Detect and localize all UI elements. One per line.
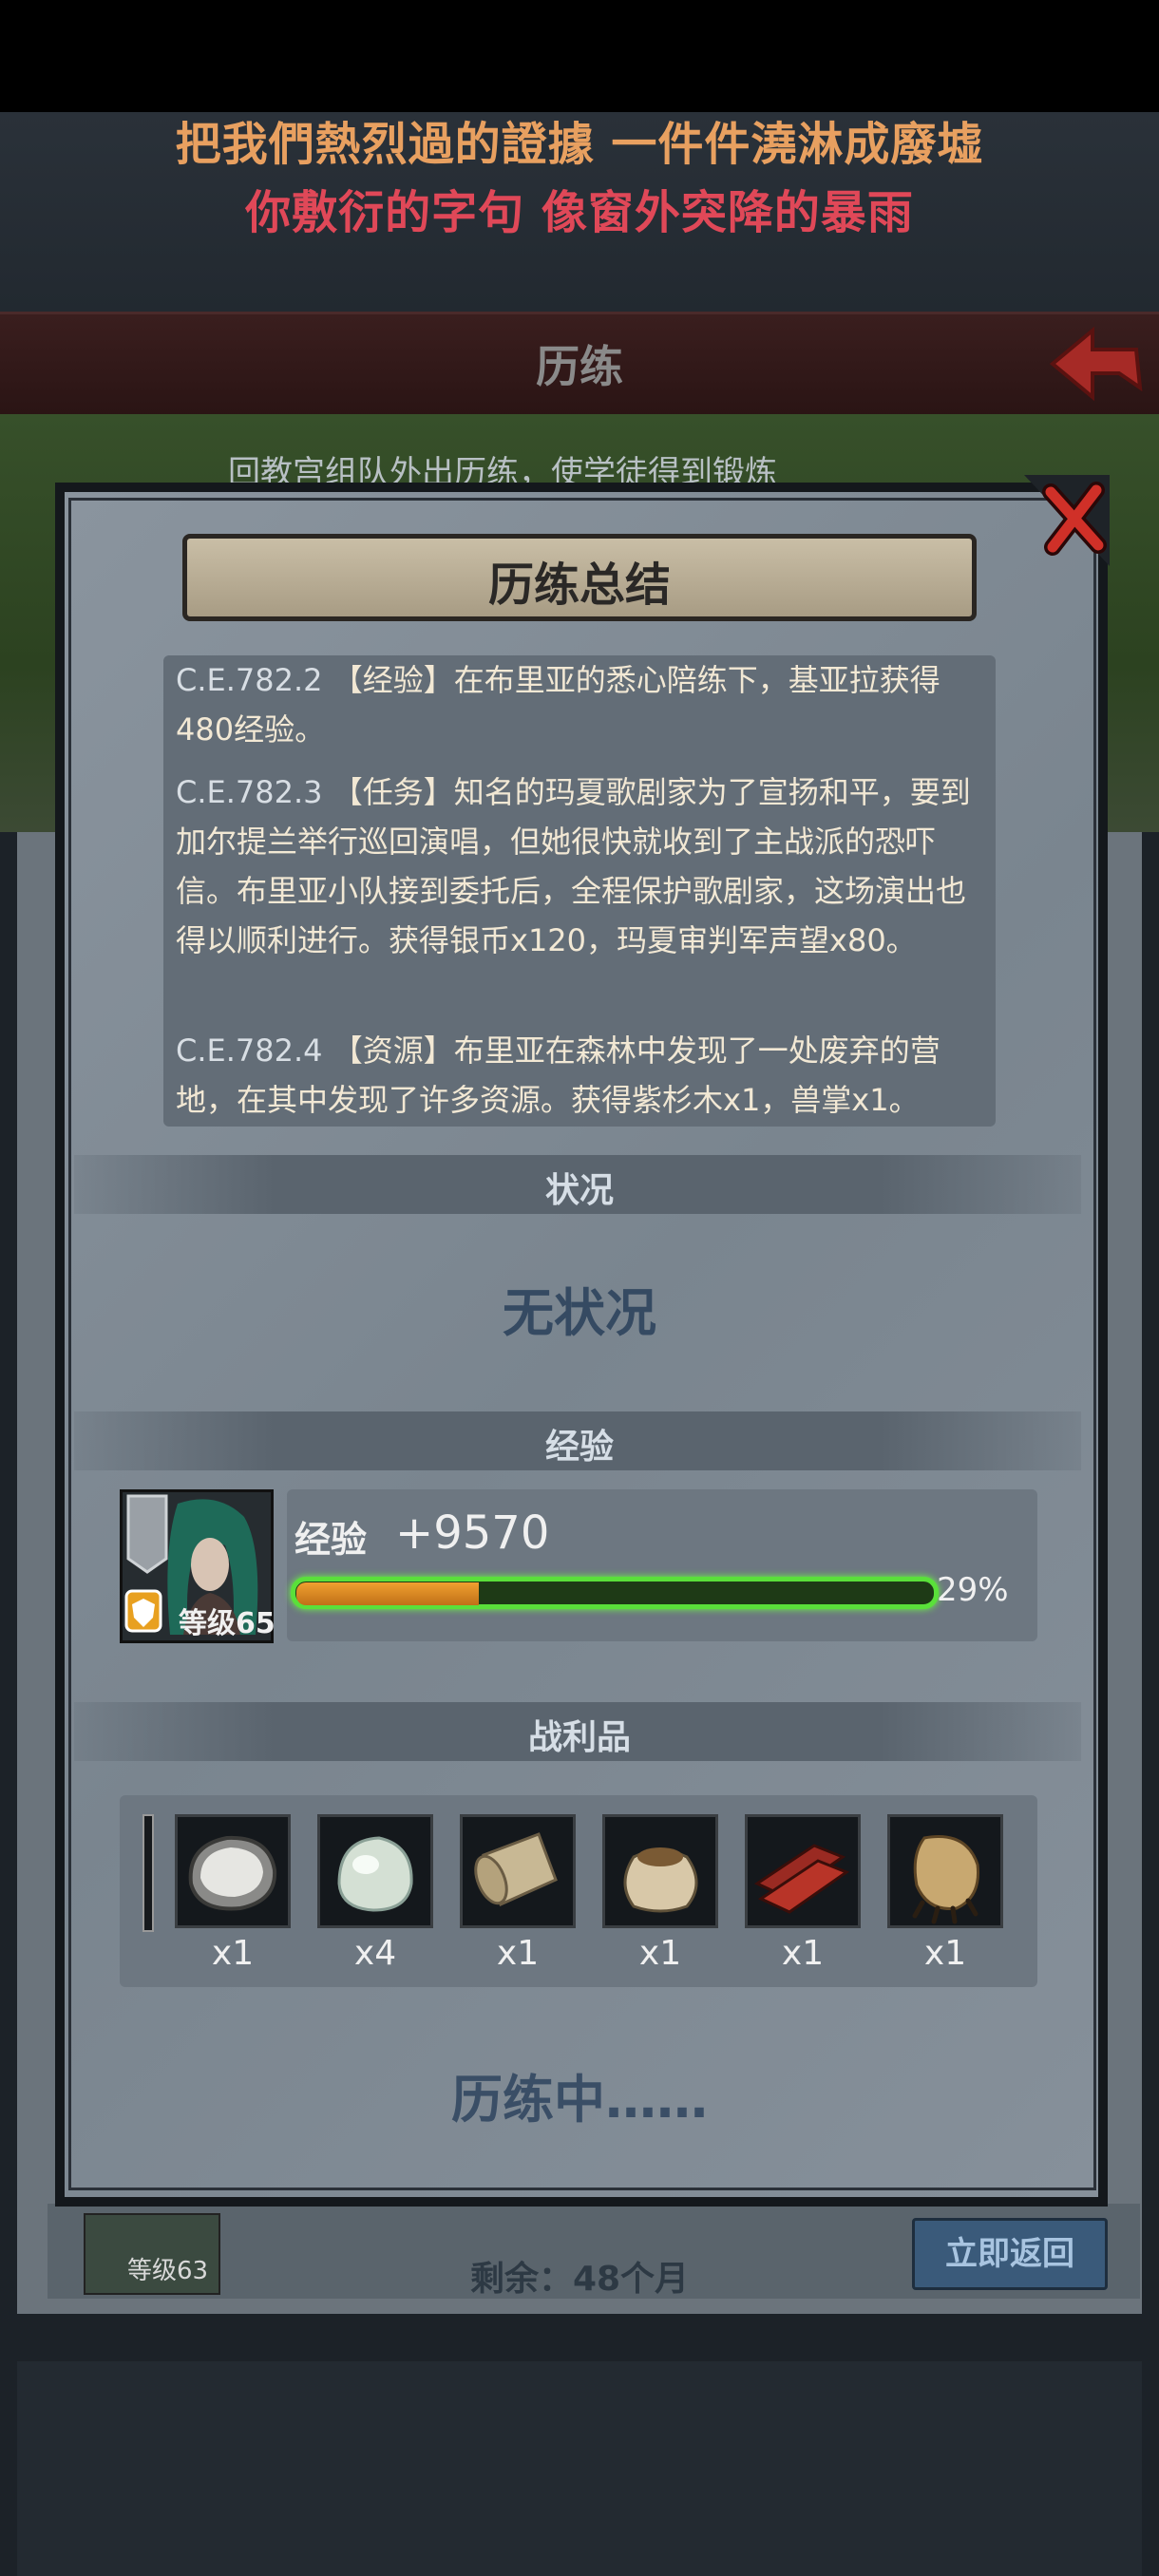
sack-icon [623,1847,698,1913]
loot-count: x1 [496,1934,540,1973]
wood-planks-icon [753,1844,850,1914]
loot-count: x1 [923,1934,967,1973]
loot-slot[interactable] [602,1814,718,1928]
log-entry: C.E.782.3 【任务】知名的玛夏歌剧家为了宣扬和平，要到加尔提兰举行巡回演… [176,767,993,965]
status-value: 无状况 [503,1283,656,1343]
loot-slot[interactable] [745,1814,861,1928]
loot-count: x1 [638,1934,682,1973]
return-now-button[interactable]: 立即返回 [912,2218,1108,2290]
scroll-icon [474,1832,558,1907]
dialog-title: 历练总结 [487,559,671,612]
log-date: C.E.782.4 [176,1032,323,1069]
loot-slot[interactable] [175,1814,291,1928]
background-footer [17,2361,1142,2576]
status-section-title: 状况 [544,1171,614,1210]
loot-count: x4 [353,1934,397,1973]
loot-slot-partial [142,1814,154,1932]
training-status: 历练中…… [451,2070,708,2130]
log-entry: C.E.782.4 【资源】布里亚在森林中发现了一处废弃的营地，在其中发现了许多… [176,1026,993,1125]
exp-section-title: 经验 [544,1428,614,1467]
back-arrow-icon[interactable] [1045,321,1145,407]
exp-value: +9570 [395,1506,550,1560]
log-entry: C.E.782.2 【经验】在布里亚的悉心陪练下，基亚拉获得480经验。 [176,655,993,754]
beast-paw-icon [912,1835,980,1924]
oyster-icon [188,1835,277,1911]
loot-section-title: 战利品 [527,1718,631,1757]
exp-progress-fill [296,1582,479,1605]
loot-count: x1 [781,1934,825,1973]
pearl-stone-icon [337,1836,413,1912]
log-date: C.E.782.3 [176,774,323,810]
loot-slot[interactable] [887,1814,1003,1928]
lyric-line-2: 你敷衍的字句 像窗外突降的暴雨 [245,186,914,239]
status-bar [0,0,1159,112]
exp-percent: 29% [937,1571,1009,1609]
lyric-line-1: 把我們熱烈過的證據 一件件澆淋成廢墟 [175,118,984,171]
loot-count: x1 [211,1934,255,1973]
character-level: 等级65 [179,1607,276,1640]
loot-slot[interactable] [460,1814,576,1928]
exp-label: 经验 [294,1519,368,1561]
page-title: 历练 [536,341,623,392]
log-date: C.E.782.2 [176,662,323,698]
loot-slot[interactable] [317,1814,433,1928]
close-icon[interactable] [1024,475,1110,566]
